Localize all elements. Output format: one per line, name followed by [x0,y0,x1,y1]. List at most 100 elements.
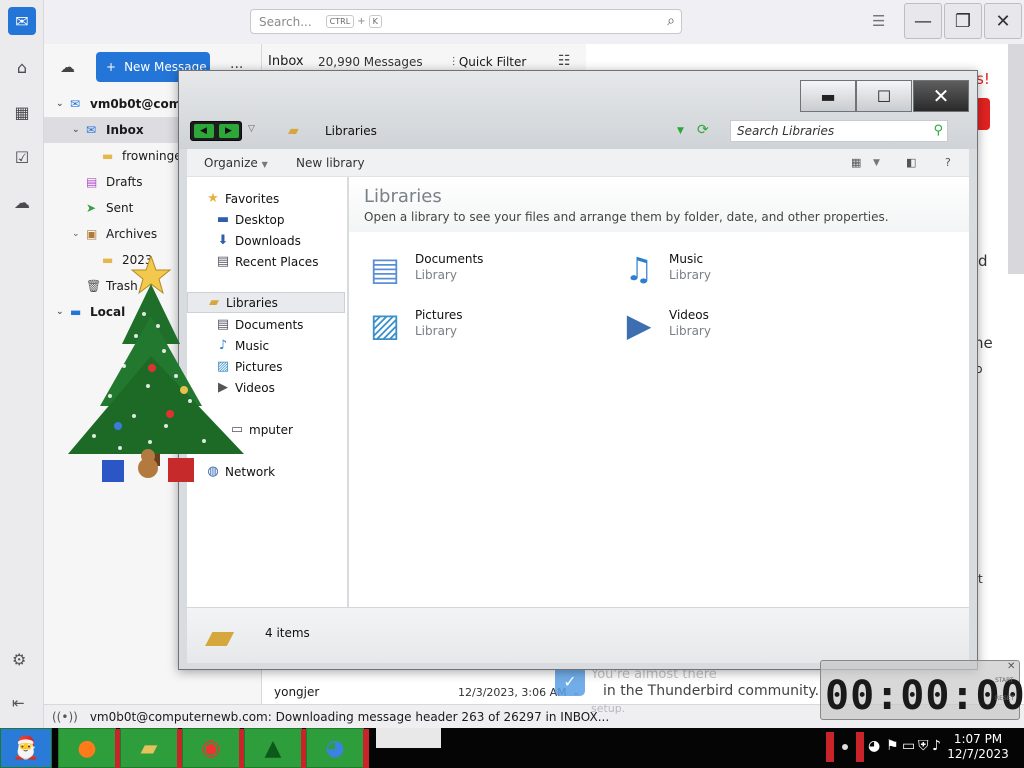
twisty-icon[interactable]: ⌄ [56,99,70,109]
title-bar: Search... CTRL + K ⌕ ☰ — ❐ ✕ [44,0,1024,44]
shortcut-k-key: K [368,15,382,28]
stopwatch-reset-button[interactable]: RESET [995,695,1014,702]
taskbar-chrome-button[interactable]: ◉ [182,728,245,768]
monitor-icon[interactable]: ▭ [902,738,915,754]
folder-label: Drafts [106,175,143,189]
library-name: Music [669,252,704,266]
twisty-icon[interactable]: ⌄ [72,229,86,239]
tip-text: in the Thunderbird community. [603,683,820,699]
network-flag-icon[interactable]: ⚑ [886,738,899,754]
stopwatch-start-button[interactable]: START [995,677,1014,684]
address-book-icon[interactable]: ⌂ [8,53,36,81]
new-library-button[interactable]: New library [296,156,365,170]
library-name: Videos [669,308,709,322]
display-options-icon[interactable]: ☷ [558,53,571,69]
folder-label: Archives [106,227,158,241]
santa-start-icon: 🎅 [12,735,40,761]
explorer-minimize-button[interactable]: ▬ [800,80,856,112]
table-row[interactable]: yongjer 12/3/2023, 3:06 AM ⌄ [262,680,586,704]
archive-icon: ▣ [86,227,98,241]
close-button[interactable]: ✕ [984,3,1022,39]
organize-label: Organize [204,156,258,170]
chat-icon[interactable]: ☁ [8,188,36,216]
tray-red-bar [826,732,834,762]
mail-space-icon[interactable]: ✉ [8,7,36,35]
christmas-tree-overlay [68,256,244,482]
twisty-icon[interactable]: ⌄ [72,125,86,135]
libraries-content: Libraries Open a library to see your fil… [349,177,969,607]
taskbar-explorer-button[interactable]: ▰ [120,728,183,768]
library-item-videos[interactable]: ▶ Videos Library [616,300,836,350]
library-item-music[interactable]: ♫ Music Library [616,244,836,294]
reading-scrollbar[interactable] [1008,44,1024,274]
star-icon: ★ [207,191,219,206]
global-search-input[interactable]: Search... CTRL + K ⌕ [250,9,682,34]
organize-menu-button[interactable]: Organize ▼ [204,156,268,170]
address-dropdown-icon[interactable]: ▼ [677,126,684,136]
taskbar-thunderbird-button[interactable]: ◕ [306,728,369,768]
filter-icon: ⫶ [452,55,459,69]
view-options-chevron-icon[interactable]: ▼ [873,158,880,168]
volume-icon[interactable]: ♪ [932,738,941,754]
nav-item-downloads[interactable]: ⬇ Downloads [187,230,345,251]
library-name: Pictures [415,308,463,322]
gadget-close-icon[interactable]: ✕ [1007,661,1015,672]
nav-item-desktop[interactable]: ▬ Desktop [187,209,345,230]
chrome-icon: ◉ [201,735,221,761]
get-messages-icon[interactable]: ☁ [60,58,75,76]
app-menu-icon[interactable]: ☰ [872,12,885,30]
taskbar-clock[interactable]: 1:07 PM 12/7/2023 [946,732,1010,762]
thunderbird-tray-icon[interactable]: ◕ [868,738,880,754]
restore-button[interactable]: ❐ [944,3,982,39]
tip-setup-text: setup. [591,702,626,715]
library-item-pictures[interactable]: ▨ Pictures Library [362,300,582,350]
change-view-icon[interactable]: ▦ [851,156,861,169]
firefox-icon: ● [77,735,97,761]
preview-pane-icon[interactable]: ◧ [906,156,916,169]
taskbar-firefox-button[interactable]: ● [58,728,121,768]
search-icon[interactable]: ⚲ [933,123,943,138]
shield-icon[interactable]: ⛨ [918,738,929,754]
quick-filter-button[interactable]: ⫶ Quick Filter [452,55,526,70]
explorer-maximize-button[interactable]: ☐ [856,80,912,112]
back-arrow-icon[interactable]: ◀ [193,124,214,138]
tasks-icon[interactable]: ☑ [8,143,36,171]
search-icon[interactable]: ⌕ [667,13,675,29]
desktop-icon: ▬ [216,212,230,227]
gift-box-icon [102,460,124,482]
settings-gear-icon[interactable]: ⚙ [12,650,26,669]
explorer-search-input[interactable]: Search Libraries ⚲ [730,120,948,142]
clock-time: 1:07 PM [953,732,1003,746]
calendar-icon[interactable]: ▦ [8,98,36,126]
spaces-toolbar: ✉ ⌂ ▦ ☑ ☁ ⚙ ⇤ [0,0,44,728]
refresh-icon[interactable]: ⟳ [697,122,709,138]
start-button[interactable]: 🎅 [0,728,52,768]
explorer-close-button[interactable]: ✕ [913,80,969,112]
reading-fragment: d [978,252,988,270]
item-count: 4 items [265,626,310,640]
help-button[interactable]: ? [945,156,951,169]
collapse-spaces-icon[interactable]: ⇤ [12,694,25,712]
file-explorer-icon: ▰ [140,735,158,761]
taskbar-xmas-tree-button[interactable]: ▲ [244,728,307,768]
documents-library-icon: ▤ [369,250,401,288]
nav-item-label: mputer [249,422,293,437]
library-item-documents[interactable]: ▤ Documents Library [362,244,582,294]
forward-arrow-icon[interactable]: ▶ [218,124,239,138]
explorer-window: ▬ ☐ ✕ ◀ ▶ ▽ ▰ Libraries ▼ ⟳ Search Libra… [178,70,978,670]
search-placeholder: Search... [259,14,312,29]
folder-label: Inbox [106,123,144,137]
details-pane: ▰ 4 items [187,607,969,663]
nav-item-favorites[interactable]: ★ Favorites [187,188,345,209]
minimize-button[interactable]: — [904,3,942,39]
music-library-icon: ♫ [624,250,654,288]
content-title: Libraries [364,186,442,207]
recent-pages-chevron-icon[interactable]: ▽ [248,124,255,134]
folder-label: Sent [106,201,134,215]
message-sender: yongjer [274,685,320,699]
folder-label: frowninge [122,149,182,163]
address-bar[interactable]: Libraries [325,124,377,138]
library-type: Library [415,268,457,282]
taskbar: 🎅 ● ▰ ◉ ▲ ◕ ◕ ⚑ ▭ ⛨ ♪ 1:07 PM 12/7/2023 [0,728,1024,768]
nav-item-label: Downloads [235,233,301,248]
